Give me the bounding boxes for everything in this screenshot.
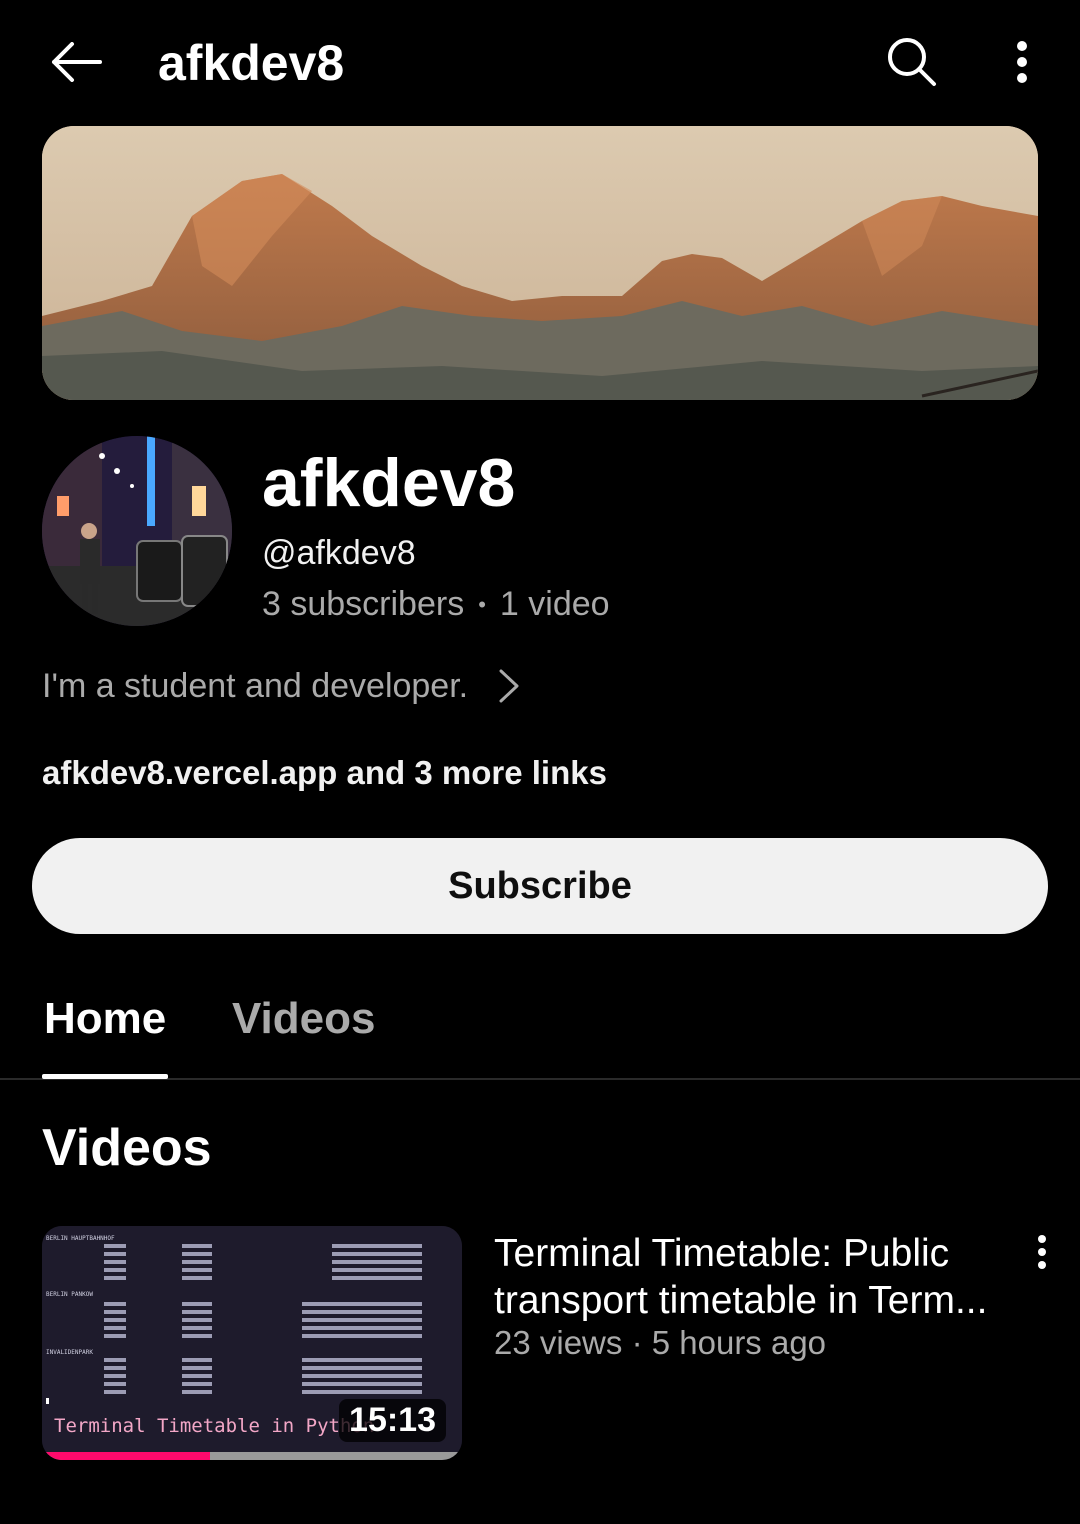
channel-avatar[interactable]: [42, 436, 232, 626]
search-button[interactable]: [880, 30, 944, 94]
video-options-button[interactable]: [1022, 1228, 1062, 1276]
more-vert-icon: [1017, 41, 1027, 83]
video-count: 1 video: [499, 585, 610, 623]
channel-stats: 3 subscribers • 1 video: [262, 585, 610, 624]
tab-videos[interactable]: Videos: [232, 994, 375, 1044]
channel-links[interactable]: afkdev8.vercel.app and 3 more links: [42, 754, 607, 792]
chevron-right-icon: [498, 668, 520, 704]
svg-text:BERLIN HAUPTBAHNHOF: BERLIN HAUPTBAHNHOF: [46, 1235, 115, 1242]
svg-text:BERLIN PANKOW: BERLIN PANKOW: [46, 1291, 93, 1298]
svg-text:INVALIDENPARK: INVALIDENPARK: [46, 1349, 93, 1356]
channel-name: afkdev8: [262, 445, 516, 521]
subscribe-button[interactable]: Subscribe: [32, 838, 1048, 934]
more-options-button[interactable]: [990, 30, 1054, 94]
top-app-bar: afkdev8: [0, 0, 1080, 128]
search-icon: [888, 38, 936, 86]
subscriber-count: 3 subscribers: [262, 585, 465, 623]
meta-separator: ·: [631, 1324, 643, 1361]
description-text: I'm a student and developer.: [42, 666, 469, 705]
back-button[interactable]: [44, 30, 108, 94]
stats-separator: •: [478, 591, 486, 617]
channel-description[interactable]: I'm a student and developer.: [42, 662, 520, 710]
arrow-back-icon: [52, 42, 102, 82]
more-vert-icon: [1038, 1235, 1046, 1269]
upload-age: 5 hours ago: [651, 1324, 827, 1361]
active-tab-indicator: [42, 1074, 168, 1079]
watch-progress-bar: [42, 1452, 210, 1460]
channel-banner: [42, 126, 1038, 400]
thumbnail-caption: Terminal Timetable in Python: [54, 1415, 374, 1437]
channel-handle: @afkdev8: [262, 534, 416, 572]
view-count: 23 views: [494, 1324, 623, 1361]
section-title: Videos: [42, 1119, 212, 1177]
page-title: afkdev8: [158, 35, 345, 91]
video-thumbnail[interactable]: BERLIN HAUPTBAHNHOF BERLIN PANKOW INVALI…: [42, 1226, 462, 1460]
video-duration: 15:13: [339, 1399, 446, 1442]
video-title[interactable]: Terminal Timetable: Public transport tim…: [494, 1230, 1014, 1324]
channel-tabs: Home Videos: [0, 970, 1080, 1080]
video-metadata: 23 views · 5 hours ago: [494, 1324, 826, 1362]
tab-home[interactable]: Home: [44, 994, 166, 1044]
